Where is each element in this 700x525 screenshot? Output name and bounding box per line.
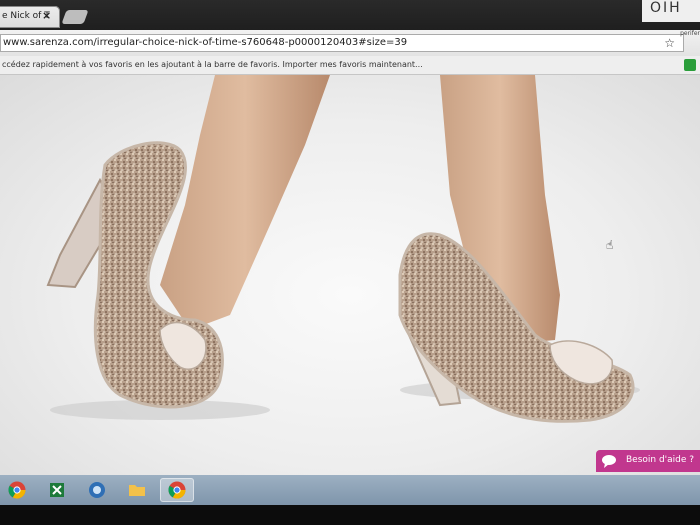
url-input[interactable]: www.sarenza.com/irregular-choice-nick-of… (0, 34, 684, 52)
monitor-screen: e Nick of T × OIH www.sarenza.com/irregu… (0, 0, 700, 525)
help-chat-button[interactable]: Besoin d'aide ? (596, 450, 700, 472)
taskbar-excel[interactable] (40, 478, 74, 502)
profile-label: perifer (680, 30, 700, 37)
excel-icon (50, 483, 64, 497)
url-text: www.sarenza.com/irregular-choice-nick-of… (3, 37, 408, 48)
hand-cursor-icon: ☝ (606, 238, 614, 252)
help-chat-label: Besoin d'aide ? (626, 455, 695, 465)
bookmarks-bar: ccédez rapidement à vos favoris en les a… (0, 56, 700, 75)
new-tab-button[interactable] (61, 10, 89, 24)
bookmarks-message-text: ccédez rapidement à vos favoris en les a… (2, 60, 280, 69)
chrome-icon (8, 481, 26, 499)
taskbar-chrome-active[interactable] (160, 478, 194, 502)
monitor-bezel (0, 505, 700, 525)
chat-bubble-icon (602, 455, 616, 468)
product-photo (46, 75, 640, 423)
bookmark-star-icon[interactable]: ☆ (664, 36, 675, 50)
extension-icon[interactable] (684, 59, 696, 71)
import-bookmarks-link[interactable]: Importer mes favoris maintenant... (283, 60, 423, 69)
sticky-note: OIH (642, 0, 700, 22)
folder-icon (129, 485, 145, 496)
app-globe-icon (89, 482, 105, 498)
page-content (0, 75, 700, 475)
tab-close-icon[interactable]: × (42, 9, 51, 22)
taskbar-explorer[interactable] (120, 478, 154, 502)
taskbar (0, 475, 700, 505)
browser-tab[interactable]: e Nick of T × (0, 6, 60, 28)
address-bar: www.sarenza.com/irregular-choice-nick-of… (0, 30, 700, 56)
tab-strip: e Nick of T × OIH (0, 0, 700, 30)
taskbar-app[interactable] (80, 478, 114, 502)
chrome-icon (168, 481, 186, 499)
bookmarks-bar-message: ccédez rapidement à vos favoris en les a… (2, 60, 423, 69)
taskbar-chrome[interactable] (0, 478, 34, 502)
